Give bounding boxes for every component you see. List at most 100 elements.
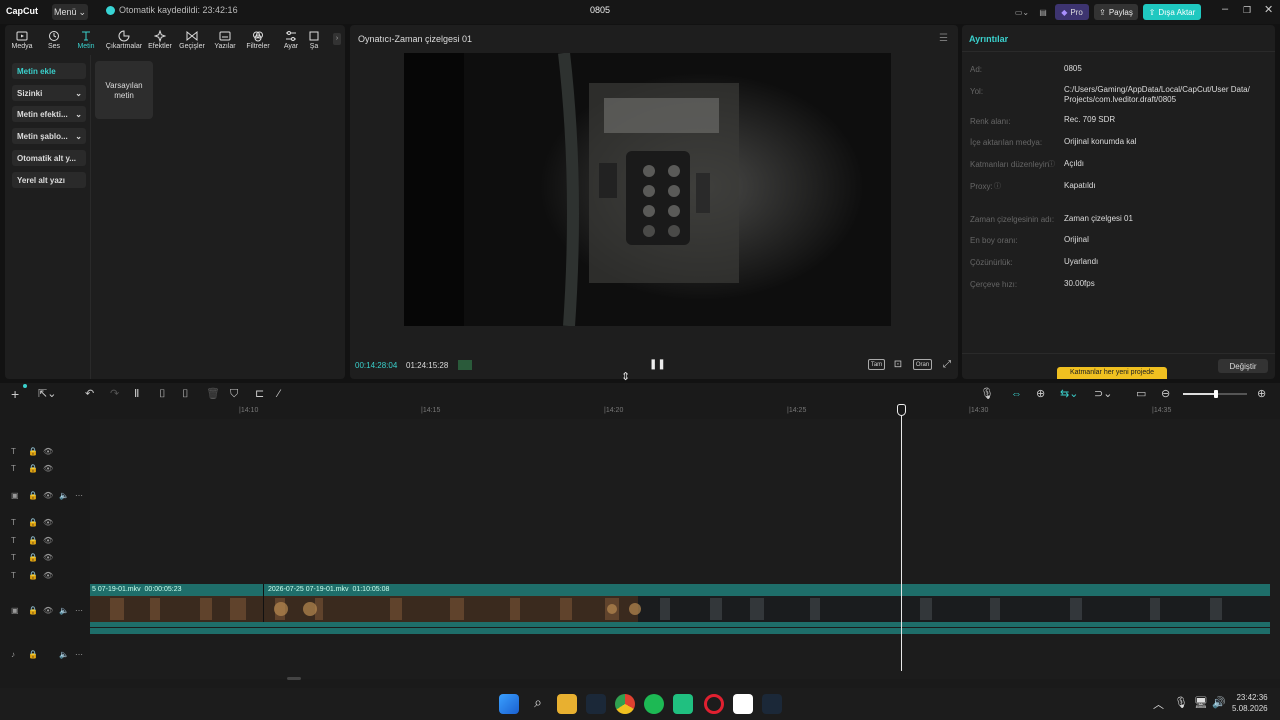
- eye-icon[interactable]: 👁: [43, 447, 53, 456]
- menu-button[interactable]: Menü ⌄: [52, 4, 88, 20]
- speaker-icon[interactable]: 🔈: [59, 491, 69, 500]
- lock-icon[interactable]: 🔒: [28, 553, 38, 562]
- steam-icon[interactable]: [586, 694, 606, 714]
- zoom-out-icon[interactable]: ⊖: [1161, 387, 1170, 401]
- main-video-clips[interactable]: 5 07-19-01.mkv 00:00:05:23 2026-07-25 07…: [90, 584, 1270, 636]
- pro-button[interactable]: ◆ Pro: [1055, 4, 1089, 20]
- chevron-up-icon[interactable]: ︿: [1153, 696, 1164, 712]
- eye-icon[interactable]: 👁: [43, 491, 53, 500]
- redo-icon[interactable]: ↷: [110, 387, 119, 401]
- pause-icon[interactable]: ❚❚: [649, 359, 666, 370]
- eye-icon[interactable]: 👁: [43, 464, 53, 473]
- tab-captions[interactable]: Yazılar: [209, 25, 241, 55]
- speaker-icon[interactable]: 🔈: [59, 650, 69, 659]
- video-preview[interactable]: [404, 53, 891, 326]
- tab-template[interactable]: Şa: [307, 25, 321, 55]
- spotify-icon[interactable]: [644, 694, 664, 714]
- magic-wand-icon[interactable]: ⁄: [278, 387, 280, 401]
- eye-icon[interactable]: 👁: [43, 606, 53, 615]
- file-explorer-icon[interactable]: [557, 694, 577, 714]
- microphone-icon[interactable]: 🎙: [980, 387, 994, 401]
- more-icon[interactable]: ⋯: [75, 491, 83, 500]
- focus-icon[interactable]: ⊡: [892, 359, 904, 370]
- help-icon[interactable]: ⓘ: [1048, 159, 1055, 169]
- chrome-icon[interactable]: [615, 694, 635, 714]
- help-icon[interactable]: ⓘ: [994, 181, 1001, 191]
- caption-icon[interactable]: ▭: [1136, 387, 1146, 401]
- preview-axis-icon[interactable]: ⇆⌄: [1060, 387, 1078, 401]
- lock-icon[interactable]: 🔒: [28, 606, 38, 615]
- snap-icon[interactable]: ⊕: [1036, 387, 1045, 401]
- eye-icon[interactable]: 👁: [43, 553, 53, 562]
- sidebar-item-yours[interactable]: Sizinki ⌄: [12, 85, 86, 101]
- menu-icon[interactable]: ☰: [939, 33, 948, 44]
- tab-text[interactable]: Metin: [69, 25, 103, 55]
- change-button[interactable]: Değiştir: [1218, 359, 1268, 373]
- eye-icon[interactable]: 👁: [43, 571, 53, 580]
- sidebar-item-auto-captions[interactable]: Otomatik alt y...: [12, 150, 86, 166]
- split-left-icon[interactable]: ⌷: [159, 387, 166, 401]
- more-icon[interactable]: ⋯: [75, 606, 83, 615]
- minimize-icon[interactable]: –: [1222, 3, 1228, 15]
- steam-icon-2[interactable]: [762, 694, 782, 714]
- tab-effects[interactable]: Efektler: [145, 25, 175, 55]
- select-cursor-icon[interactable]: ⇱⌄: [38, 387, 56, 401]
- volume-icon[interactable]: 🔊: [1212, 696, 1226, 709]
- sidebar-item-add-text[interactable]: Metin ekle: [12, 63, 86, 79]
- delete-icon[interactable]: 🗑: [206, 387, 220, 401]
- speaker-icon[interactable]: 🔈: [59, 606, 69, 615]
- tab-filters[interactable]: Filtreler: [241, 25, 275, 55]
- default-text-card[interactable]: Varsayılan metin: [95, 61, 153, 119]
- share-button[interactable]: ⇪ Paylaş: [1094, 4, 1138, 20]
- split-right-icon[interactable]: ⌷: [182, 387, 189, 401]
- shield-icon[interactable]: ⛉: [230, 387, 238, 401]
- playhead[interactable]: [901, 405, 902, 671]
- lock-icon[interactable]: 🔒: [28, 518, 38, 527]
- time-ruler[interactable]: |14:10 |14:15 |14:20 |14:25 |14:30 |14:3…: [90, 405, 1280, 419]
- playhead-handle[interactable]: [897, 404, 906, 416]
- network-icon[interactable]: 🖥: [1194, 696, 1208, 709]
- horizontal-scrollbar[interactable]: [287, 677, 301, 680]
- export-button[interactable]: ⇧ Dışa Aktar: [1143, 4, 1201, 20]
- expand-icon[interactable]: ⤢: [942, 359, 952, 370]
- lock-icon[interactable]: 🔒: [28, 650, 38, 659]
- ratio-button[interactable]: Oran: [913, 359, 932, 370]
- zoom-slider-handle[interactable]: [1214, 390, 1218, 398]
- sidebar-item-text-templates[interactable]: Metin şablo... ⌄: [12, 128, 86, 144]
- lock-icon[interactable]: 🔒: [28, 491, 38, 500]
- sidebar-item-text-effects[interactable]: Metin efekti... ⌄: [12, 106, 86, 122]
- chevron-right-icon[interactable]: ›: [333, 33, 341, 45]
- close-icon[interactable]: ✕: [1264, 3, 1273, 16]
- tab-stickers[interactable]: Çıkartmalar: [103, 25, 145, 55]
- whatsapp-icon[interactable]: [673, 694, 693, 714]
- link-icon[interactable]: ⇔: [1011, 387, 1022, 401]
- tab-transitions[interactable]: Geçişler: [175, 25, 209, 55]
- fullscreen-mode-button[interactable]: Tam: [868, 359, 885, 370]
- lock-icon[interactable]: 🔒: [28, 447, 38, 456]
- tab-adjust[interactable]: Ayar: [275, 25, 307, 55]
- eye-icon[interactable]: 👁: [43, 518, 53, 527]
- tab-audio[interactable]: Ses: [39, 25, 69, 55]
- layout-icon[interactable]: ▭⌄: [1010, 4, 1034, 20]
- lock-icon[interactable]: 🔒: [28, 536, 38, 545]
- split-icon[interactable]: Ⅱ: [134, 387, 139, 401]
- eye-icon[interactable]: 👁: [43, 536, 53, 545]
- search-icon[interactable]: ⌕: [528, 694, 548, 714]
- add-icon[interactable]: +: [11, 387, 19, 401]
- sidebar-item-local-captions[interactable]: Yerel alt yazı: [12, 172, 86, 188]
- zoom-slider[interactable]: [1183, 390, 1247, 398]
- lock-icon[interactable]: 🔒: [28, 464, 38, 473]
- opera-icon[interactable]: [704, 694, 724, 714]
- undo-icon[interactable]: ↶: [85, 387, 94, 401]
- magnet-icon[interactable]: ⊃⌄: [1094, 387, 1112, 401]
- windows-start-icon[interactable]: [499, 694, 519, 714]
- maximize-icon[interactable]: ❐: [1243, 5, 1251, 16]
- zoom-in-icon[interactable]: ⊕: [1257, 387, 1266, 401]
- keyboard-icon[interactable]: ▤: [1036, 4, 1050, 20]
- tab-media[interactable]: Medya: [5, 25, 39, 55]
- more-icon[interactable]: ⋯: [75, 650, 83, 659]
- lock-icon[interactable]: 🔒: [28, 571, 38, 580]
- capcut-icon[interactable]: [733, 694, 753, 714]
- crop-icon[interactable]: ⊏: [255, 387, 264, 401]
- system-clock[interactable]: 23:42:36 5.08.2026: [1232, 692, 1268, 714]
